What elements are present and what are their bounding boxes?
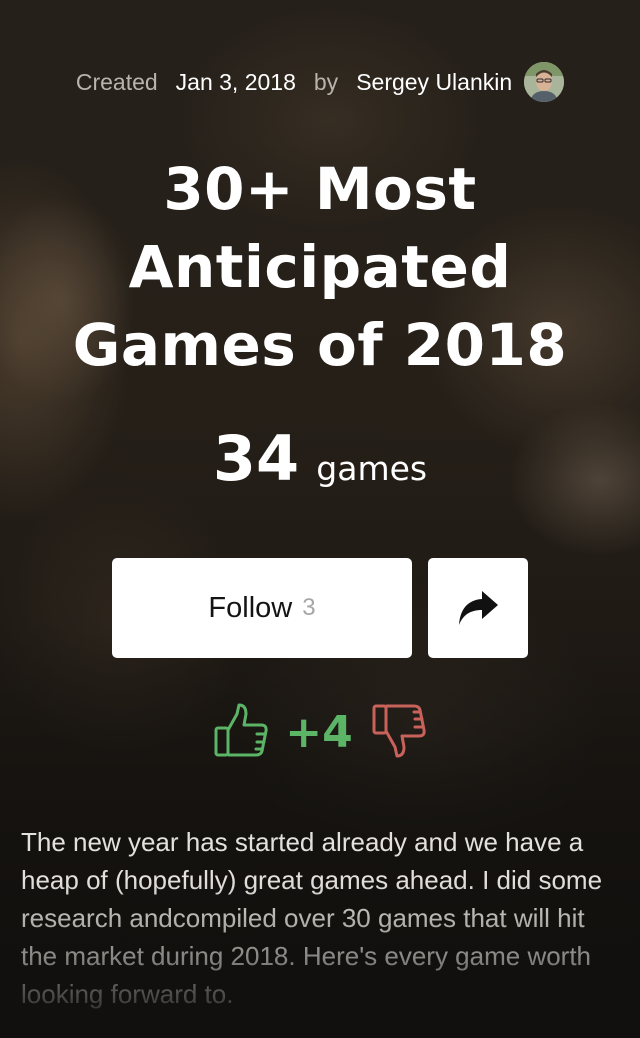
share-icon [459, 591, 498, 625]
follower-count: 3 [302, 594, 316, 621]
follow-button-label: Follow [208, 591, 293, 624]
created-date: Jan 3, 2018 [175, 68, 296, 95]
games-count-number: 34 [212, 422, 300, 495]
vote-bar: +4 [0, 700, 640, 765]
collection-header: Created Jan 3, 2018 by Sergey Ulankin 30… [0, 0, 640, 1038]
downvote-button[interactable] [371, 700, 427, 765]
share-button[interactable] [428, 558, 528, 658]
follow-button[interactable]: Follow 3 [112, 558, 412, 658]
upvote-button[interactable] [213, 701, 269, 764]
games-count-unit: games [316, 449, 428, 488]
avatar-image [524, 62, 565, 102]
collection-description: The new year has started already and we … [21, 827, 603, 1009]
avatar[interactable] [524, 62, 565, 102]
created-label: Created [75, 68, 158, 95]
thumbs-up-icon [214, 703, 268, 757]
author-name[interactable]: Sergey Ulankin [356, 69, 512, 96]
games-count: 34 games [0, 422, 640, 495]
thumbs-down-icon [372, 704, 426, 758]
page-title: 30+ Most Anticipated Games of 2018 [72, 155, 568, 379]
collection-meta: Created Jan 3, 2018 by Sergey Ulankin [0, 62, 640, 102]
vote-score: +4 [285, 707, 353, 758]
by-label: by [313, 68, 339, 95]
